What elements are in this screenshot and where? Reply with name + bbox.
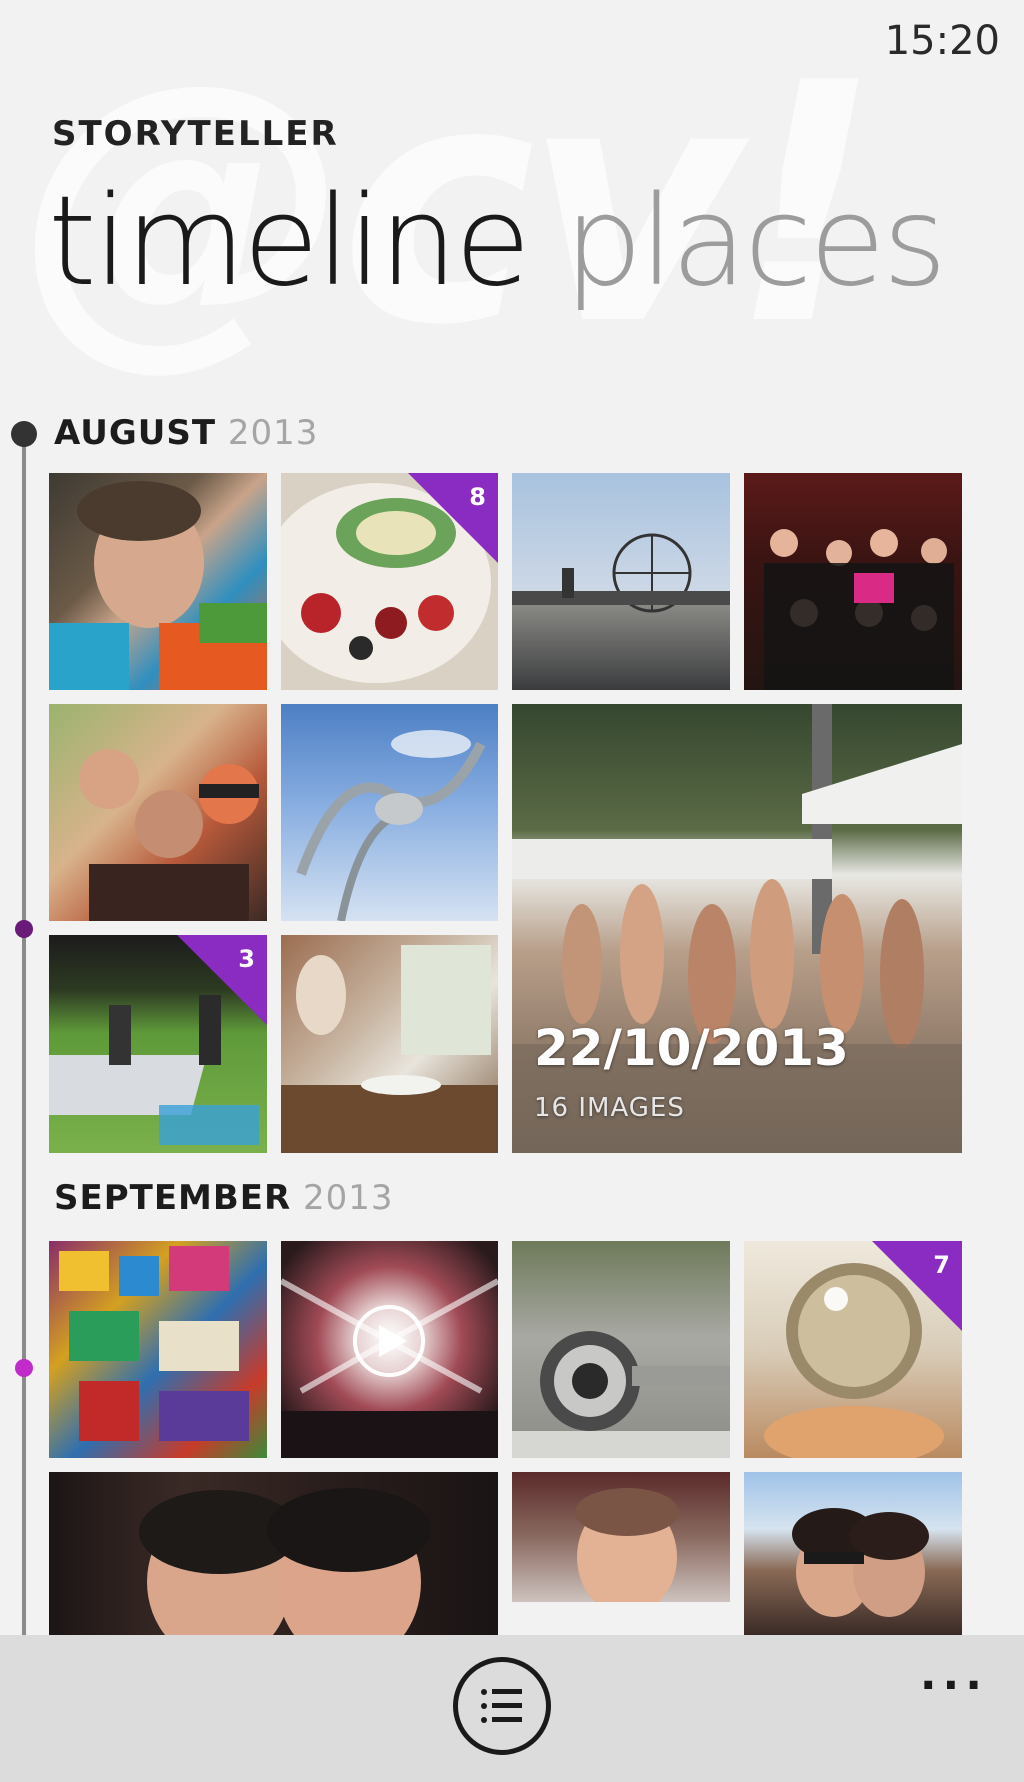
photo-image (49, 481, 267, 690)
section-month: SEPTEMBER (54, 1178, 292, 1218)
photo-tile[interactable]: 3 (49, 935, 267, 1153)
section-header-august[interactable]: AUGUST 2013 (54, 413, 318, 453)
photo-image (792, 1508, 929, 1617)
photo-tile[interactable] (281, 704, 498, 921)
photo-image (281, 1278, 498, 1458)
photo-tile[interactable] (49, 473, 267, 690)
photo-tile[interactable] (512, 1472, 730, 1635)
status-clock: 15:20 (884, 18, 1000, 64)
section-month: AUGUST (54, 413, 217, 453)
play-icon (379, 1325, 407, 1357)
event-image-count: 16 IMAGES (534, 1093, 685, 1123)
photo-image (512, 1331, 730, 1458)
photo-tile[interactable] (512, 1241, 730, 1458)
app-title: STORYTELLER (52, 114, 339, 154)
timeline-marker-current (11, 421, 37, 447)
photo-image (512, 704, 962, 1153)
photo-tile[interactable]: 8 (281, 473, 498, 690)
photo-tile[interactable] (49, 704, 267, 921)
photo-image (281, 945, 498, 1153)
pivot-timeline[interactable]: timeline (48, 170, 531, 314)
photo-tile[interactable] (744, 1472, 962, 1635)
list-icon-glyph (481, 1689, 522, 1723)
photo-tile[interactable] (49, 1241, 267, 1458)
photo-tile[interactable] (49, 1472, 498, 1635)
photo-image (79, 749, 259, 921)
photo-tile[interactable] (744, 473, 962, 690)
section-year: 2013 (303, 1178, 394, 1218)
count-badge-number: 8 (469, 483, 486, 511)
photo-image (512, 533, 730, 613)
timeline-marker (15, 1359, 33, 1377)
pivot-header: timeline places (48, 180, 980, 304)
photo-tile[interactable] (281, 935, 498, 1153)
photo-image (296, 730, 486, 921)
photo-tile[interactable] (512, 473, 730, 690)
section-header-september[interactable]: SEPTEMBER 2013 (54, 1178, 394, 1218)
screen: @cv! 15:20 STORYTELLER timeline places AU… (0, 0, 1024, 1782)
more-options-button[interactable]: ... (920, 1653, 988, 1697)
featured-event-tile[interactable]: 22/10/2013 16 IMAGES (512, 704, 962, 1153)
photo-tile[interactable]: 7 (744, 1241, 962, 1458)
timeline-rail (22, 432, 26, 1642)
app-bar: ... (0, 1635, 1024, 1782)
timeline-marker (15, 920, 33, 938)
list-icon[interactable] (453, 1657, 551, 1755)
pivot-places[interactable]: places (564, 170, 947, 314)
count-badge-number: 3 (238, 945, 255, 973)
event-date: 22/10/2013 (534, 1019, 849, 1077)
photo-image (512, 1488, 730, 1635)
video-tile[interactable] (281, 1241, 498, 1458)
section-year: 2013 (227, 413, 319, 453)
photo-image (59, 1246, 249, 1441)
photo-image (139, 1488, 431, 1635)
photo-image (764, 529, 954, 690)
count-badge-number: 7 (933, 1251, 950, 1279)
